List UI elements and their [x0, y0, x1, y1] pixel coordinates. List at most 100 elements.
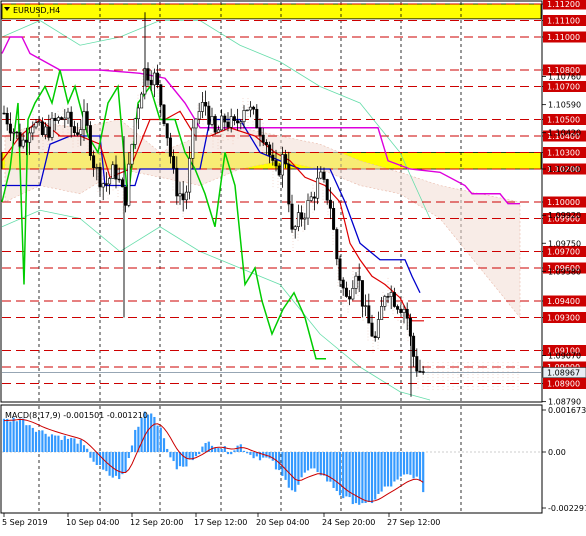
- candle-body: [188, 158, 192, 193]
- macd-histogram-bar: [390, 452, 393, 487]
- candle-body: [284, 154, 288, 165]
- candle-body: [344, 287, 348, 297]
- candle-body: [303, 217, 307, 220]
- candle-body: [232, 116, 236, 122]
- candle-body: [376, 319, 380, 338]
- macd-histogram-bar: [300, 452, 303, 478]
- candle-body: [127, 163, 131, 206]
- macd-histogram-bar: [60, 439, 63, 452]
- candle-body: [223, 115, 227, 123]
- candle-body: [245, 109, 249, 112]
- macd-histogram-bar: [18, 418, 22, 452]
- macd-histogram-bar: [415, 452, 418, 477]
- macd-histogram-bar: [322, 452, 326, 476]
- macd-histogram-bar: [412, 452, 415, 479]
- price-tick-label: 1.08790: [548, 398, 581, 407]
- macd-histogram-bar: [102, 452, 105, 470]
- candle-body: [130, 144, 134, 165]
- candle-body: [389, 292, 393, 297]
- candle-body: [95, 166, 99, 169]
- macd-histogram-bar: [223, 446, 226, 452]
- candle-body: [402, 309, 406, 313]
- candle-body: [8, 123, 12, 134]
- macd-scale-label: 0.001673: [548, 406, 586, 415]
- macd-histogram-bar: [246, 452, 249, 454]
- macd-histogram-bar: [377, 452, 380, 494]
- macd-histogram-bar: [156, 425, 159, 452]
- candle-body: [136, 107, 140, 120]
- candle-body: [392, 292, 396, 307]
- chart-window[interactable]: 0.001673 0.00 -0.002297 1.11200 1.11100 1.11…: [0, 0, 586, 532]
- candle: [133, 117, 137, 150]
- candle-body: [287, 163, 291, 205]
- macd-histogram-bar: [130, 445, 134, 452]
- macd-histogram-bar: [406, 452, 409, 475]
- candle-body: [252, 106, 256, 110]
- candle-body: [108, 178, 112, 185]
- macd-histogram-bar: [198, 452, 201, 455]
- macd-histogram-bar: [150, 413, 153, 452]
- candle-body: [146, 68, 150, 81]
- level-price-label: 1.09400: [547, 297, 580, 306]
- candle-body: [162, 104, 166, 124]
- macd-histogram-bar: [66, 438, 70, 452]
- macd-histogram-bar: [162, 438, 166, 452]
- candle-body: [200, 102, 204, 112]
- level-price-label: 1.09300: [547, 314, 580, 323]
- candle-body: [76, 132, 80, 135]
- candle: [245, 109, 249, 112]
- candle-body: [210, 116, 214, 125]
- macd-histogram-bar: [287, 452, 290, 488]
- time-tick-label: 12 Sep 20:00: [130, 518, 183, 527]
- candle-body: [66, 111, 70, 119]
- candle-body: [2, 112, 6, 115]
- macd-histogram-bar: [367, 452, 370, 502]
- macd-histogram-bar: [41, 430, 44, 452]
- price-tick-label: 1.09750: [548, 239, 581, 248]
- candle-body: [34, 122, 38, 128]
- macd-histogram-bar: [402, 452, 406, 475]
- macd-histogram-bar: [140, 417, 143, 452]
- candle-body: [421, 371, 425, 373]
- candle-body: [319, 171, 323, 179]
- candle-body: [325, 179, 329, 201]
- macd-histogram-bar: [303, 452, 306, 473]
- candle-body: [309, 196, 313, 201]
- macd-histogram-bar: [271, 452, 274, 461]
- candle-body: [239, 121, 243, 124]
- macd-histogram-bar: [342, 452, 345, 499]
- macd-histogram-bar: [25, 425, 28, 452]
- macd-histogram-bar: [326, 452, 329, 482]
- candle-body: [415, 356, 419, 372]
- candle-body: [226, 121, 230, 128]
- candle-body: [37, 121, 41, 123]
- macd-histogram-bar: [166, 448, 169, 452]
- candle-body: [181, 193, 185, 201]
- macd-histogram-bar: [124, 452, 127, 473]
- candle-body: [213, 116, 217, 133]
- level-price-label: 1.11200: [547, 0, 580, 9]
- candle-body: [204, 102, 208, 107]
- candle-body: [18, 132, 22, 147]
- macd-histogram-bar: [169, 452, 172, 458]
- macd-histogram-bar: [76, 443, 79, 452]
- candle-body: [12, 131, 16, 134]
- candle-body: [268, 144, 272, 156]
- candle-body: [418, 370, 422, 373]
- candle-body: [152, 72, 156, 86]
- macd-histogram-bar: [230, 452, 233, 455]
- candle-body: [293, 226, 297, 230]
- candle-body: [216, 129, 220, 133]
- level-price-label: 1.11000: [547, 33, 580, 42]
- macd-histogram-bar: [201, 446, 204, 452]
- candle-body: [341, 279, 345, 289]
- candle-body: [386, 296, 390, 298]
- macd-histogram-bar: [335, 452, 338, 491]
- price-tick-label: 1.09580: [548, 267, 581, 276]
- candle-body: [184, 191, 188, 201]
- macd-histogram-bar: [79, 439, 82, 452]
- macd-histogram-bar: [418, 452, 422, 481]
- candle-body: [175, 167, 179, 197]
- price-chart[interactable]: 0.001673 0.00 -0.002297 1.11200 1.11100 1.11…: [0, 0, 586, 532]
- candle-body: [191, 127, 195, 159]
